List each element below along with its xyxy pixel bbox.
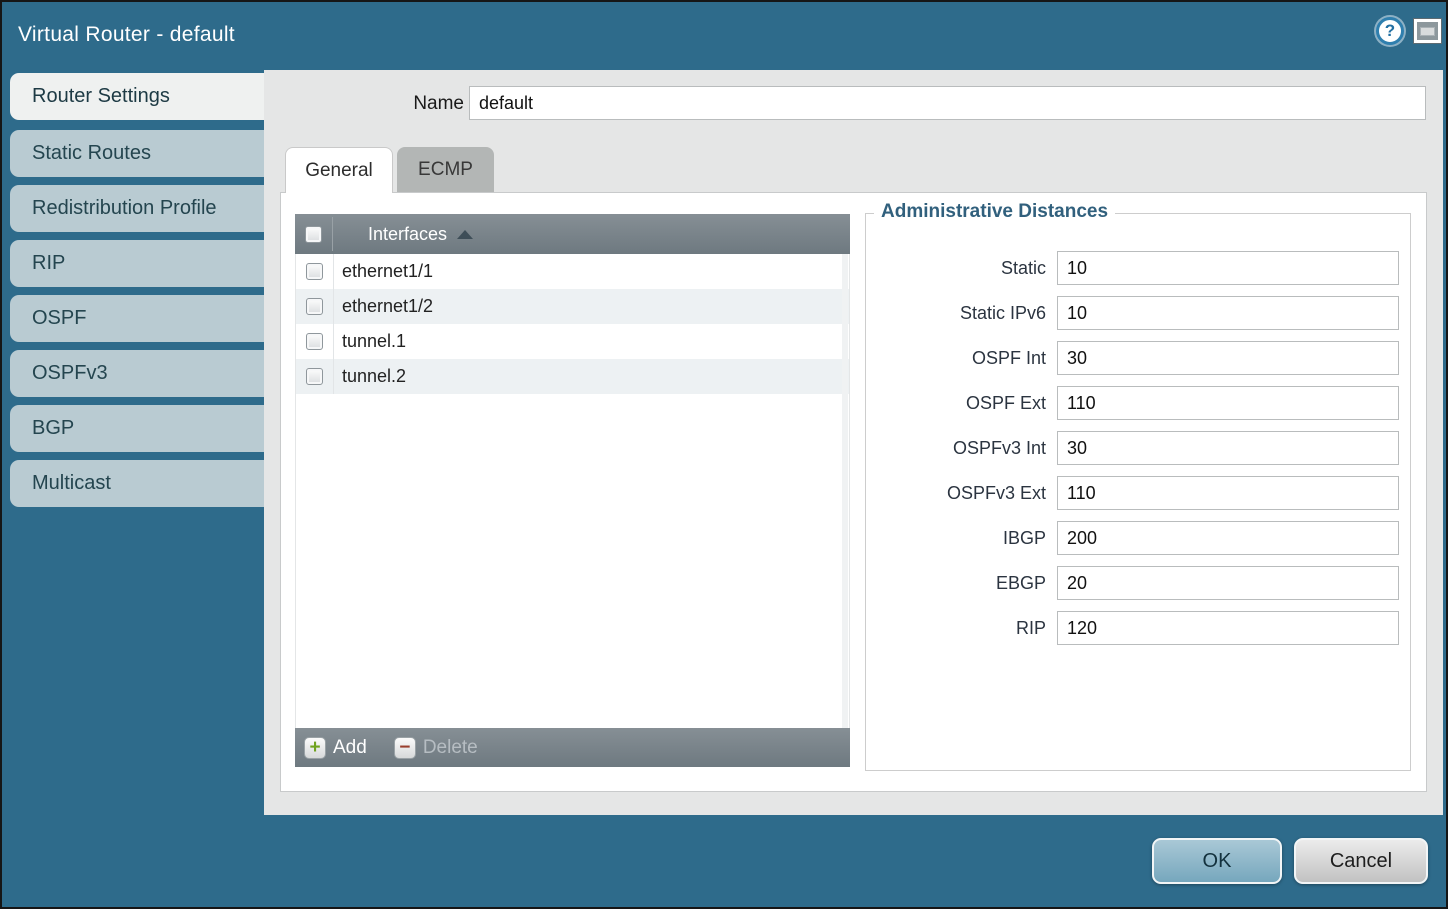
row-checkbox[interactable] bbox=[306, 333, 323, 350]
ebgp-field[interactable] bbox=[1057, 566, 1399, 600]
form-row: OSPF Ext bbox=[866, 386, 1410, 420]
sidebar-item-multicast[interactable]: Multicast bbox=[10, 460, 264, 507]
ibgp-field[interactable] bbox=[1057, 521, 1399, 555]
sidebar-item-rip[interactable]: RIP bbox=[10, 240, 264, 287]
ospfv3-int-label: OSPFv3 Int bbox=[866, 431, 1046, 465]
sidebar-item-bgp[interactable]: BGP bbox=[10, 405, 264, 452]
form-row: Static bbox=[866, 251, 1410, 285]
sidebar-item-ospf[interactable]: OSPF bbox=[10, 295, 264, 342]
table-scrollbar[interactable] bbox=[842, 254, 848, 728]
interface-name: ethernet1/2 bbox=[342, 296, 433, 317]
administrative-distances-fieldset: Administrative Distances Static Static I… bbox=[865, 213, 1411, 771]
tab-ecmp[interactable]: ECMP bbox=[397, 147, 494, 192]
table-row[interactable]: tunnel.2 bbox=[296, 359, 849, 394]
form-row: EBGP bbox=[866, 566, 1410, 600]
dialog-title: Virtual Router - default bbox=[18, 2, 235, 68]
delete-button-label: Delete bbox=[423, 737, 478, 759]
name-label: Name bbox=[384, 88, 464, 119]
interfaces-column-header[interactable]: Interfaces bbox=[368, 224, 447, 245]
content-panel: Name General ECMP Interfaces ethernet1/1 bbox=[264, 70, 1443, 815]
administrative-distances-legend: Administrative Distances bbox=[874, 201, 1115, 223]
cancel-button[interactable]: Cancel bbox=[1294, 838, 1428, 884]
ospfv3-ext-label: OSPFv3 Ext bbox=[866, 476, 1046, 510]
virtual-router-dialog: Virtual Router - default ? Router Settin… bbox=[0, 0, 1448, 909]
ospf-ext-field[interactable] bbox=[1057, 386, 1399, 420]
restore-window-icon[interactable] bbox=[1414, 19, 1441, 43]
static-label: Static bbox=[866, 251, 1046, 285]
select-all-checkbox[interactable] bbox=[305, 226, 322, 243]
add-icon: + bbox=[304, 737, 326, 759]
static-field[interactable] bbox=[1057, 251, 1399, 285]
ospfv3-int-field[interactable] bbox=[1057, 431, 1399, 465]
sidebar-item-router-settings[interactable]: Router Settings bbox=[10, 73, 266, 120]
interfaces-table-body: ethernet1/1 ethernet1/2 tunnel.1 tunnel.… bbox=[295, 254, 850, 728]
table-row[interactable]: ethernet1/1 bbox=[296, 254, 849, 289]
form-row: OSPFv3 Ext bbox=[866, 476, 1410, 510]
sidebar-item-redistribution-profile[interactable]: Redistribution Profile bbox=[10, 185, 264, 232]
interfaces-table-footer: + Add − Delete bbox=[295, 728, 850, 767]
table-row[interactable]: tunnel.1 bbox=[296, 324, 849, 359]
row-checkbox[interactable] bbox=[306, 263, 323, 280]
sidebar-item-ospfv3[interactable]: OSPFv3 bbox=[10, 350, 264, 397]
row-checkbox[interactable] bbox=[306, 368, 323, 385]
tab-general[interactable]: General bbox=[285, 147, 393, 193]
static-ipv6-field[interactable] bbox=[1057, 296, 1399, 330]
interface-name: ethernet1/1 bbox=[342, 261, 433, 282]
ibgp-label: IBGP bbox=[866, 521, 1046, 555]
sidebar-item-static-routes[interactable]: Static Routes bbox=[10, 130, 264, 177]
ospf-int-label: OSPF Int bbox=[866, 341, 1046, 375]
interfaces-table-header: Interfaces bbox=[295, 214, 850, 254]
help-icon[interactable]: ? bbox=[1376, 17, 1404, 45]
sidebar: Router Settings Static Routes Redistribu… bbox=[10, 73, 264, 515]
form-row: Static IPv6 bbox=[866, 296, 1410, 330]
form-row: IBGP bbox=[866, 521, 1410, 555]
ok-button[interactable]: OK bbox=[1152, 838, 1282, 884]
delete-button: − Delete bbox=[394, 737, 478, 759]
add-button-label: Add bbox=[333, 737, 367, 759]
add-button[interactable]: + Add bbox=[304, 737, 367, 759]
rip-field[interactable] bbox=[1057, 611, 1399, 645]
general-tab-content: Interfaces ethernet1/1 ethernet1/2 bbox=[280, 192, 1427, 792]
ospf-int-field[interactable] bbox=[1057, 341, 1399, 375]
form-row: RIP bbox=[866, 611, 1410, 645]
interfaces-table: Interfaces ethernet1/1 ethernet1/2 bbox=[295, 214, 850, 767]
restore-window-icon-inner bbox=[1420, 27, 1435, 36]
rip-label: RIP bbox=[866, 611, 1046, 645]
delete-icon: − bbox=[394, 737, 416, 759]
table-row[interactable]: ethernet1/2 bbox=[296, 289, 849, 324]
column-separator bbox=[333, 254, 334, 394]
form-row: OSPF Int bbox=[866, 341, 1410, 375]
ospfv3-ext-field[interactable] bbox=[1057, 476, 1399, 510]
column-separator bbox=[332, 217, 333, 251]
ebgp-label: EBGP bbox=[866, 566, 1046, 600]
name-input[interactable] bbox=[469, 86, 1426, 120]
form-row: OSPFv3 Int bbox=[866, 431, 1410, 465]
static-ipv6-label: Static IPv6 bbox=[866, 296, 1046, 330]
interface-name: tunnel.2 bbox=[342, 366, 406, 387]
ospf-ext-label: OSPF Ext bbox=[866, 386, 1046, 420]
interface-name: tunnel.1 bbox=[342, 331, 406, 352]
row-checkbox[interactable] bbox=[306, 298, 323, 315]
sort-ascending-icon[interactable] bbox=[457, 230, 473, 239]
